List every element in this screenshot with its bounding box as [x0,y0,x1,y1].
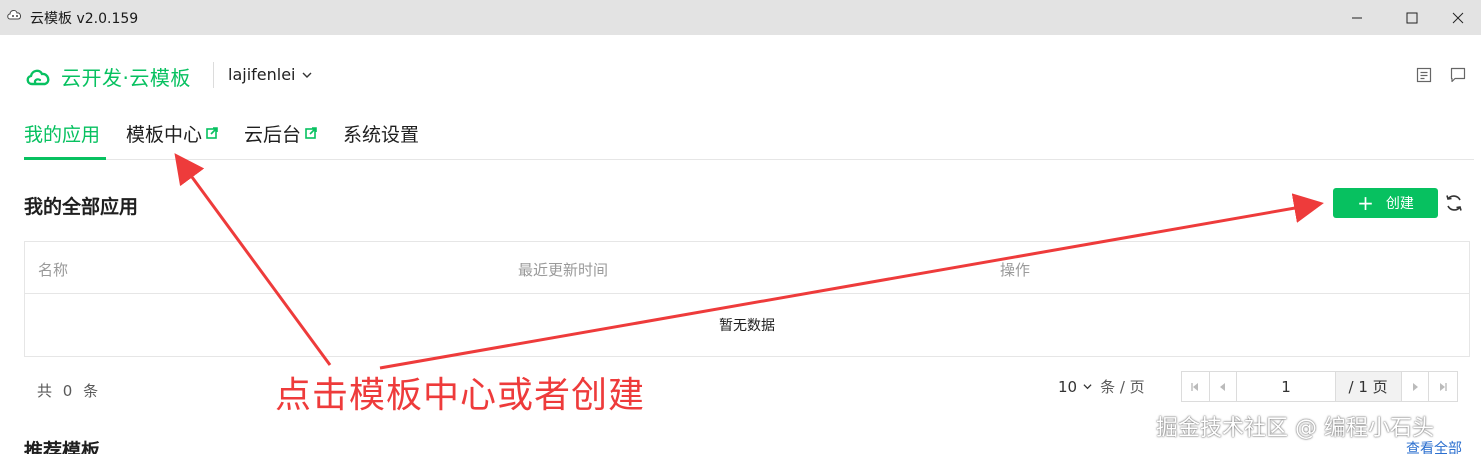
last-page-icon [1440,382,1447,391]
tab-label: 系统设置 [343,123,420,146]
table-header: 名称 最近更新时间 操作 [25,242,1469,294]
chevron-down-icon [302,72,311,78]
message-icon[interactable] [1450,67,1466,83]
tab-template-center[interactable]: 模板中心 [126,118,218,148]
pagination: 1 / 1 页 [1181,371,1458,402]
first-page-icon [1191,382,1199,391]
tab-label: 模板中心 [126,123,203,146]
apps-table: 名称 最近更新时间 操作 暂无数据 [24,241,1470,357]
column-header-name: 名称 [38,261,69,279]
annotation-text: 点击模板中心或者创建 [275,375,646,416]
main-tabs: 我的应用 模板中心 云后台 系统设置 [24,118,445,148]
tabs-divider [24,159,1474,160]
create-label: 创建 [1385,196,1414,212]
page-size-unit: 条 / 页 [1100,378,1145,396]
watermark: 掘金技术社区 @ 编程小石头 [1156,416,1434,441]
active-tab-indicator [24,157,106,160]
tab-cloud-backend[interactable]: 云后台 [244,118,317,148]
plus-icon: + [1357,191,1374,215]
column-header-updated: 最近更新时间 [518,261,609,279]
tab-settings[interactable]: 系统设置 [343,118,419,148]
total-count: 共 0 条 [37,382,99,400]
brand-name: 云开发·云模板 [61,66,191,90]
chevron-down-icon [1083,384,1092,390]
prev-page-button[interactable] [1210,372,1238,401]
column-header-actions: 操作 [1000,261,1031,279]
section-title: 我的全部应用 [24,196,139,218]
external-link-icon [305,127,317,139]
window-title: 云模板 v2.0.159 [30,11,139,27]
app-icon [7,10,21,20]
minimize-button[interactable] [1334,0,1380,35]
account-name: lajifenlei [228,65,296,84]
refresh-icon[interactable] [1444,193,1464,213]
page-size-value: 10 [1058,377,1078,396]
first-page-button[interactable] [1182,372,1210,401]
maximize-icon [1406,12,1418,23]
close-button[interactable] [1435,0,1481,35]
minimize-icon [1352,17,1362,18]
prev-page-icon [1220,382,1226,391]
create-button[interactable]: + 创建 [1333,188,1438,218]
current-page-input[interactable]: 1 [1237,372,1336,401]
external-link-icon [206,127,218,139]
tab-label: 我的应用 [24,123,101,146]
close-icon [1452,12,1464,23]
window-titlebar: 云模板 v2.0.159 [0,0,1481,35]
document-icon[interactable] [1416,67,1432,83]
empty-state: 暂无数据 [719,318,775,334]
next-page-button[interactable] [1402,372,1430,401]
maximize-button[interactable] [1389,0,1435,35]
tab-my-apps[interactable]: 我的应用 [24,118,100,148]
view-all-link[interactable]: 查看全部 [1406,438,1462,454]
page-size-selector[interactable]: 10 条 / 页 [1058,376,1145,397]
recommend-title: 推荐模板 [24,440,101,454]
next-page-icon [1413,382,1418,391]
tab-label: 云后台 [244,123,302,146]
total-pages: / 1 页 [1335,372,1402,401]
cloud-logo-icon [26,69,50,85]
brand: 云开发·云模板 [25,62,191,91]
last-page-button[interactable] [1429,372,1457,401]
header-divider [213,62,214,88]
account-selector[interactable]: lajifenlei [228,65,312,84]
